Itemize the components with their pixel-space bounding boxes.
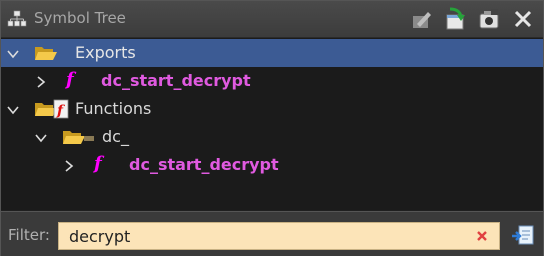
clear-filter-icon[interactable] [475, 228, 489, 242]
tree-row-exports[interactable]: Exports [1, 39, 543, 67]
window-title: Symbol Tree [34, 9, 126, 27]
snapshot-icon[interactable] [476, 6, 502, 32]
functions-folder-icon: f [34, 99, 70, 119]
function-icon: f [94, 153, 102, 174]
namespace-folder-icon [62, 127, 98, 147]
filter-input[interactable] [58, 222, 500, 250]
tree-row-namespace[interactable]: dc_ [1, 123, 543, 151]
symbol-tree[interactable]: Exports f dc_start_decrypt f Functions d… [1, 38, 543, 210]
edit-icon[interactable] [408, 6, 434, 32]
close-icon[interactable] [510, 6, 536, 32]
folder-open-icon [34, 43, 58, 63]
chevron-right-icon[interactable] [62, 158, 76, 172]
chevron-down-icon[interactable] [34, 130, 48, 144]
tree-label: Functions [75, 99, 152, 118]
symbol-tree-icon [7, 10, 27, 28]
tree-label: dc_start_decrypt [129, 155, 279, 174]
tree-label: Exports [75, 43, 136, 62]
tree-row-functions[interactable]: f Functions [1, 95, 543, 123]
filter-label: Filter: [8, 226, 50, 244]
filter-bar: Filter: [1, 211, 543, 256]
tree-label: dc_ [102, 127, 129, 146]
chevron-right-icon[interactable] [34, 74, 48, 88]
title-bar: Symbol Tree [1, 1, 543, 38]
navigate-icon[interactable] [444, 6, 470, 32]
tree-label: dc_start_decrypt [101, 71, 251, 90]
chevron-down-icon[interactable] [6, 102, 20, 116]
symbol-tree-window: Symbol Tree Exports f dc_start_decrypt f… [0, 0, 544, 256]
tree-row-function[interactable]: f dc_start_decrypt [1, 151, 543, 179]
filter-options-icon[interactable] [511, 224, 535, 248]
function-icon: f [66, 69, 74, 90]
tree-row-export-function[interactable]: f dc_start_decrypt [1, 67, 543, 95]
chevron-down-icon[interactable] [6, 46, 20, 60]
